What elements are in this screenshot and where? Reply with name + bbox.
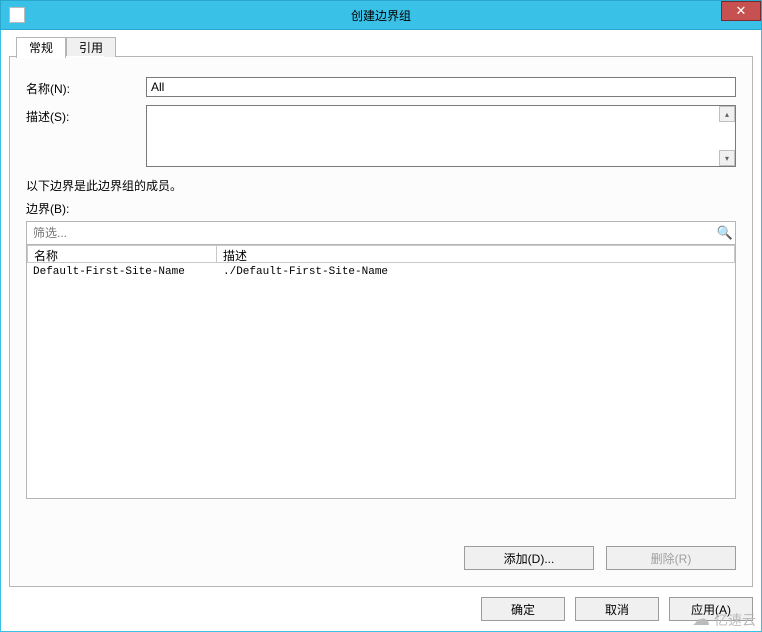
- members-note: 以下边界是此边界组的成员。: [26, 177, 736, 194]
- name-input[interactable]: [146, 77, 736, 97]
- scroll-up-button[interactable]: ▴: [719, 106, 735, 122]
- remove-button[interactable]: 删除(R): [606, 546, 736, 570]
- row-description: 描述(S): ▴ ▾: [26, 105, 736, 167]
- scroll-down-button[interactable]: ▾: [719, 150, 735, 166]
- dialog-buttons: 确定 取消 应用(A): [9, 597, 753, 621]
- ok-button[interactable]: 确定: [481, 597, 565, 621]
- add-button[interactable]: 添加(D)...: [464, 546, 594, 570]
- description-wrap: ▴ ▾: [146, 105, 736, 167]
- column-header-name[interactable]: 名称: [27, 245, 217, 263]
- window-title: 创建边界组: [1, 7, 761, 24]
- tab-references[interactable]: 引用: [66, 37, 116, 57]
- filter-input[interactable]: [27, 222, 715, 244]
- filter-box: 🔍: [26, 221, 736, 245]
- cell-desc: ./Default-First-Site-Name: [217, 264, 735, 280]
- search-icon[interactable]: 🔍: [715, 225, 735, 241]
- column-header-desc[interactable]: 描述: [217, 245, 735, 263]
- boundary-label: 边界(B):: [26, 200, 736, 217]
- tab-general[interactable]: 常规: [16, 37, 66, 58]
- client-area: 常规 引用 名称(N): 描述(S): ▴ ▾: [0, 30, 762, 632]
- list-body[interactable]: Default-First-Site-Name ./Default-First-…: [27, 263, 735, 498]
- tab-host: 常规 引用 名称(N): 描述(S): ▴ ▾: [9, 56, 753, 587]
- list-header: 名称 描述: [27, 245, 735, 263]
- textarea-scrollbar: ▴ ▾: [719, 106, 735, 166]
- description-textarea[interactable]: [147, 106, 719, 166]
- apply-button[interactable]: 应用(A): [669, 597, 753, 621]
- tab-strip: 常规 引用: [16, 37, 116, 57]
- row-name: 名称(N):: [26, 77, 736, 97]
- description-label: 描述(S):: [26, 105, 146, 125]
- close-button[interactable]: ✕: [721, 1, 761, 21]
- cell-name: Default-First-Site-Name: [27, 264, 217, 280]
- close-icon: ✕: [736, 3, 747, 19]
- list-row[interactable]: Default-First-Site-Name ./Default-First-…: [27, 264, 735, 280]
- app-icon: [9, 7, 25, 23]
- title-bar: 创建边界组 ✕: [0, 0, 762, 30]
- cancel-button[interactable]: 取消: [575, 597, 659, 621]
- list-actions: 添加(D)... 删除(R): [464, 546, 736, 570]
- name-label: 名称(N):: [26, 77, 146, 97]
- boundary-list: 名称 描述 Default-First-Site-Name ./Default-…: [26, 245, 736, 499]
